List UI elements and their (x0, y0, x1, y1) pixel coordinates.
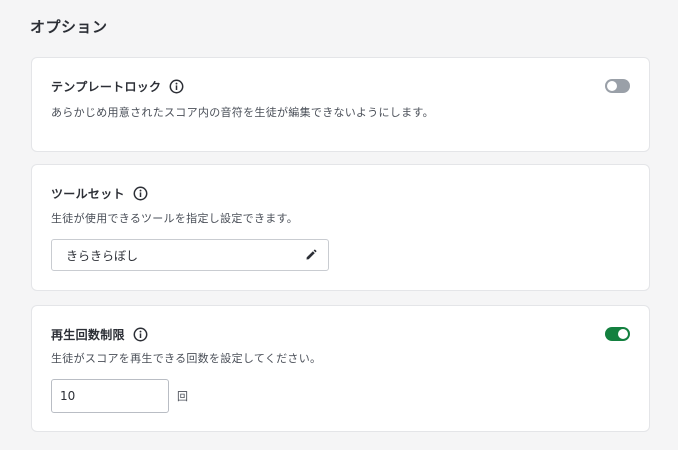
info-icon[interactable] (133, 186, 148, 201)
info-icon[interactable] (169, 79, 184, 94)
template-lock-card: テンプレートロック あらかじめ用意されたスコア内の音符を生徒が編集できないように… (31, 57, 650, 152)
toggle-knob (607, 81, 617, 91)
toolset-description: 生徒が使用できるツールを指定し設定できます。 (51, 212, 299, 225)
template-lock-toggle[interactable] (605, 79, 630, 93)
template-lock-description: あらかじめ用意されたスコア内の音符を生徒が編集できないようにします。 (51, 106, 434, 119)
playback-count-row: 回 (51, 379, 188, 413)
template-lock-title: テンプレートロック (51, 80, 162, 94)
toggle-knob (618, 329, 628, 339)
toolset-selected-value: きらきらぼし (66, 248, 139, 263)
section-title: オプション (30, 18, 108, 36)
toolset-title: ツールセット (51, 187, 125, 201)
playback-count-unit: 回 (177, 390, 188, 403)
playback-limit-card: 再生回数制限 生徒がスコアを再生できる回数を設定してください。 回 (31, 305, 650, 432)
template-lock-header: テンプレートロック (51, 78, 184, 95)
playback-limit-title: 再生回数制限 (51, 328, 125, 342)
playback-limit-header: 再生回数制限 (51, 326, 148, 343)
playback-limit-toggle[interactable] (605, 327, 630, 341)
pencil-icon[interactable] (305, 249, 317, 261)
toolset-header: ツールセット (51, 185, 148, 202)
playback-limit-description: 生徒がスコアを再生できる回数を設定してください。 (51, 352, 322, 365)
playback-count-input[interactable] (51, 379, 169, 413)
toolset-selector[interactable]: きらきらぼし (51, 239, 329, 271)
info-icon[interactable] (133, 327, 148, 342)
toolset-card: ツールセット 生徒が使用できるツールを指定し設定できます。 きらきらぼし (31, 164, 650, 291)
